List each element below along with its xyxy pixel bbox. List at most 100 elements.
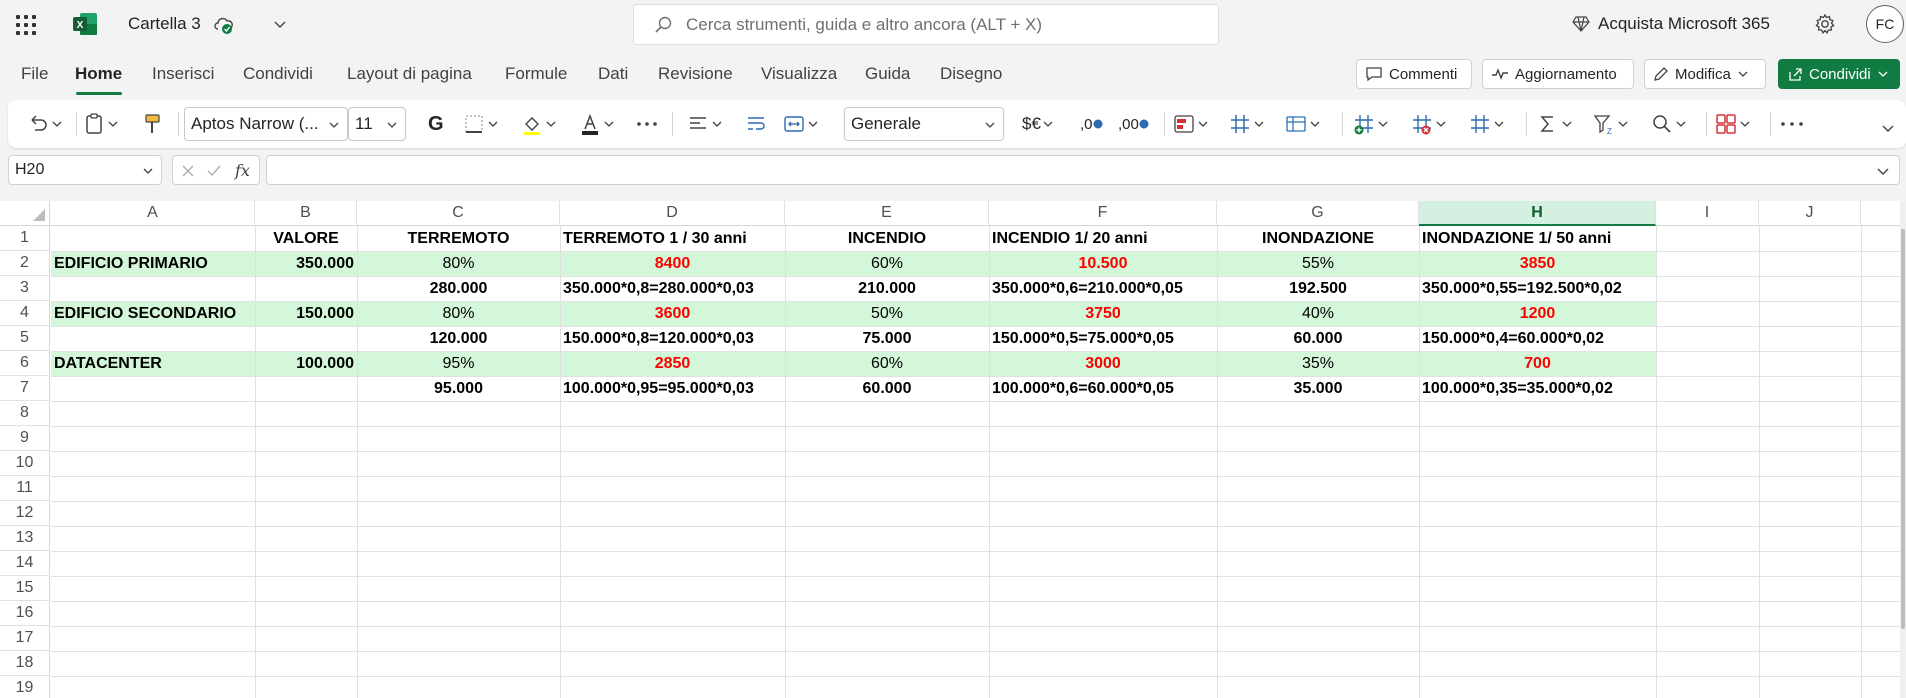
- cell-a2[interactable]: EDIFICIO PRIMARIO: [51, 251, 255, 276]
- cell-c7[interactable]: 95.000: [357, 376, 560, 401]
- insert-cells-button[interactable]: [1352, 110, 1390, 138]
- cell-d6[interactable]: 2850: [560, 351, 785, 376]
- name-box[interactable]: H20: [8, 155, 162, 185]
- cell-styles-button[interactable]: [1284, 110, 1322, 138]
- cell-h2[interactable]: 3850: [1419, 251, 1656, 276]
- wrap-text-button[interactable]: [744, 110, 768, 138]
- cell-c4[interactable]: 80%: [357, 301, 560, 326]
- find-select-button[interactable]: [1650, 110, 1688, 138]
- number-format-select[interactable]: Generale: [844, 107, 1004, 141]
- format-cells-button[interactable]: [1468, 110, 1506, 138]
- cell-b2[interactable]: 350.000: [255, 251, 357, 276]
- cell-e7[interactable]: 60.000: [785, 376, 989, 401]
- conditional-formatting-button[interactable]: [1172, 110, 1210, 138]
- row-header-11[interactable]: 11: [0, 476, 50, 501]
- cell-b4[interactable]: 150.000: [255, 301, 357, 326]
- cell-f7[interactable]: 100.000*0,6=60.000*0,05: [989, 376, 1217, 401]
- search-box[interactable]: Cerca strumenti, guida e altro ancora (A…: [633, 4, 1219, 45]
- format-painter-button[interactable]: [142, 110, 164, 138]
- tab-condividi[interactable]: Condividi: [243, 64, 313, 84]
- tab-file[interactable]: File: [21, 64, 48, 84]
- tab-layout-di-pagina[interactable]: Layout di pagina: [347, 64, 472, 84]
- comments-button[interactable]: Commenti: [1356, 59, 1472, 89]
- cell-h6[interactable]: 700: [1419, 351, 1656, 376]
- cell-f3[interactable]: 350.000*0,6=210.000*0,05: [989, 276, 1217, 301]
- tab-revisione[interactable]: Revisione: [658, 64, 733, 84]
- row-header-9[interactable]: 9: [0, 426, 50, 451]
- cell-e1[interactable]: INCENDIO: [785, 226, 989, 251]
- row-header-3[interactable]: 3: [0, 276, 50, 301]
- row-header-1[interactable]: 1: [0, 226, 50, 251]
- cell-h7[interactable]: 100.000*0,35=35.000*0,02: [1419, 376, 1656, 401]
- cell-e3[interactable]: 210.000: [785, 276, 989, 301]
- cell-c1[interactable]: TERREMOTO: [357, 226, 560, 251]
- row-header-14[interactable]: 14: [0, 551, 50, 576]
- cloud-saved-icon[interactable]: [212, 13, 236, 35]
- column-header-g[interactable]: G: [1217, 201, 1419, 226]
- chevron-down-icon[interactable]: [273, 17, 287, 31]
- cell-a6[interactable]: DATACENTER: [51, 351, 255, 376]
- tab-inserisci[interactable]: Inserisci: [152, 64, 214, 84]
- cancel-icon[interactable]: [179, 162, 197, 180]
- buy-microsoft-365-link[interactable]: Acquista Microsoft 365: [1598, 14, 1770, 34]
- cell-c6[interactable]: 95%: [357, 351, 560, 376]
- add-ins-button[interactable]: [1714, 110, 1752, 138]
- format-as-table-button[interactable]: [1228, 110, 1266, 138]
- column-header-a[interactable]: A: [51, 201, 255, 226]
- sort-filter-button[interactable]: Z: [1592, 110, 1630, 138]
- edit-mode-button[interactable]: Modifica: [1644, 59, 1766, 89]
- column-header-d[interactable]: D: [560, 201, 785, 226]
- undo-button[interactable]: [26, 110, 64, 138]
- cell-f4[interactable]: 3750: [989, 301, 1217, 326]
- cell-g1[interactable]: INONDAZIONE: [1217, 226, 1419, 251]
- cell-g4[interactable]: 40%: [1217, 301, 1419, 326]
- tab-disegno[interactable]: Disegno: [940, 64, 1002, 84]
- row-header-10[interactable]: 10: [0, 451, 50, 476]
- row-header-6[interactable]: 6: [0, 351, 50, 376]
- cell-g7[interactable]: 35.000: [1217, 376, 1419, 401]
- fill-color-button[interactable]: [520, 110, 558, 138]
- column-header-f[interactable]: F: [989, 201, 1217, 226]
- cell-c3[interactable]: 280.000: [357, 276, 560, 301]
- autosum-button[interactable]: [1536, 110, 1574, 138]
- app-launcher-icon[interactable]: [14, 13, 36, 35]
- tab-formule[interactable]: Formule: [505, 64, 567, 84]
- more-commands-button[interactable]: [1778, 110, 1806, 138]
- borders-button[interactable]: [462, 110, 500, 138]
- chevron-down-icon[interactable]: [1875, 163, 1891, 179]
- vertical-scrollbar-thumb[interactable]: [1901, 229, 1905, 629]
- cell-d1[interactable]: TERREMOTO 1 / 30 anni: [560, 226, 785, 251]
- column-header-i[interactable]: I: [1656, 201, 1759, 226]
- cell-d7[interactable]: 100.000*0,95=95.000*0,03: [560, 376, 785, 401]
- align-button[interactable]: [686, 110, 724, 138]
- cell-g5[interactable]: 60.000: [1217, 326, 1419, 351]
- column-header-c[interactable]: C: [357, 201, 560, 226]
- spreadsheet-grid[interactable]: A B C D E F G H I J K 1 2 3 4 5 6 7 8 9 …: [0, 201, 1906, 698]
- increase-decimal-button[interactable]: ,00: [1118, 110, 1149, 138]
- ribbon-collapse-button[interactable]: [1880, 114, 1896, 142]
- cell-h5[interactable]: 150.000*0,4=60.000*0,02: [1419, 326, 1656, 351]
- cell-f2[interactable]: 10.500: [989, 251, 1217, 276]
- row-header-18[interactable]: 18: [0, 651, 50, 676]
- paste-button[interactable]: [82, 110, 120, 138]
- tab-guida[interactable]: Guida: [865, 64, 910, 84]
- row-header-2[interactable]: 2: [0, 251, 50, 276]
- cell-f5[interactable]: 150.000*0,5=75.000*0,05: [989, 326, 1217, 351]
- row-header-4[interactable]: 4: [0, 301, 50, 326]
- column-header-e[interactable]: E: [785, 201, 989, 226]
- column-header-h[interactable]: H: [1419, 201, 1656, 226]
- currency-format-button[interactable]: $€: [1022, 110, 1055, 138]
- cell-h3[interactable]: 350.000*0,55=192.500*0,02: [1419, 276, 1656, 301]
- cell-g6[interactable]: 35%: [1217, 351, 1419, 376]
- more-font-options-button[interactable]: [634, 110, 660, 138]
- row-header-16[interactable]: 16: [0, 601, 50, 626]
- cell-d4[interactable]: 3600: [560, 301, 785, 326]
- catchup-button[interactable]: Aggiornamento: [1482, 59, 1634, 89]
- cell-f6[interactable]: 3000: [989, 351, 1217, 376]
- cell-d3[interactable]: 350.000*0,8=280.000*0,03: [560, 276, 785, 301]
- cell-b1[interactable]: VALORE: [255, 226, 357, 251]
- tab-dati[interactable]: Dati: [598, 64, 628, 84]
- cell-c2[interactable]: 80%: [357, 251, 560, 276]
- row-header-13[interactable]: 13: [0, 526, 50, 551]
- cell-e6[interactable]: 60%: [785, 351, 989, 376]
